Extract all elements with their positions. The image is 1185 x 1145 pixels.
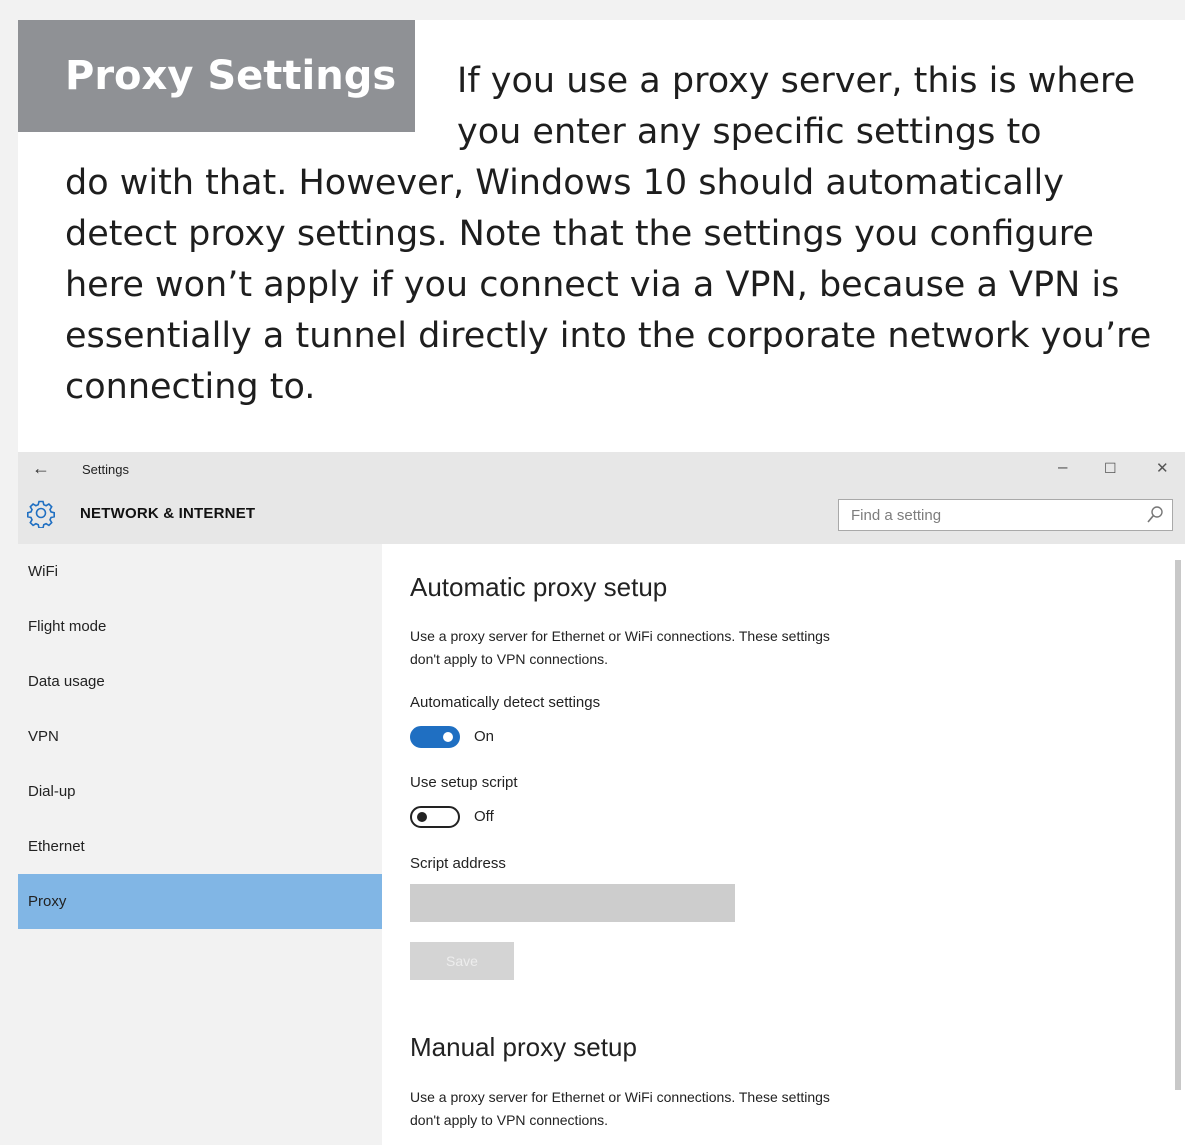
auto-detect-toggle[interactable] [410,726,460,748]
sidebar: WiFi Flight mode Data usage VPN Dial-up … [18,544,382,1145]
setup-script-state: Off [474,808,494,825]
back-arrow-icon[interactable]: ← [32,458,50,479]
sidebar-item-flight-mode[interactable]: Flight mode [18,599,382,654]
scrollbar[interactable] [1175,560,1181,1090]
article-title: Proxy Settings [18,20,415,132]
script-address-label: Script address [410,855,506,872]
article-card: Proxy Settings If you use a proxy server… [18,20,1185,1145]
auto-detect-state: On [474,728,495,745]
intro-text-rest: do with that. However, Windows 10 should… [65,163,1152,407]
script-address-field[interactable] [410,884,735,922]
automatic-proxy-description-line1: Use a proxy server for Ethernet or WiFi … [410,628,830,644]
manual-proxy-heading: Manual proxy setup [410,1032,637,1062]
save-button[interactable]: Save [410,942,514,980]
settings-window: ← Settings – ☐ ✕ NETWORK & INTERNET Find… [18,452,1185,1145]
toggle-knob [417,812,427,822]
proxy-content: Automatic proxy setup Use a proxy server… [382,544,1185,1145]
section-title: NETWORK & INTERNET [80,505,256,522]
search-box[interactable] [838,499,1173,531]
gear-icon [27,500,55,528]
manual-proxy-description-line2: don't apply to VPN connections. [410,1112,609,1128]
app-title: Settings [82,462,129,477]
intro-text-first: If you use a proxy server, this is where… [457,61,1136,152]
manual-proxy-description-line1: Use a proxy server for Ethernet or WiFi … [410,1089,830,1105]
sidebar-item-ethernet[interactable]: Ethernet [18,819,382,874]
title-bar: ← Settings – ☐ ✕ [18,452,1185,488]
setup-script-label: Use setup script [410,774,518,791]
sidebar-item-vpn[interactable]: VPN [18,709,382,764]
sidebar-item-proxy[interactable]: Proxy [18,874,382,929]
sidebar-item-data-usage[interactable]: Data usage [18,654,382,709]
auto-detect-label: Automatically detect settings [410,694,601,711]
settings-header: NETWORK & INTERNET [18,488,1185,544]
automatic-proxy-heading: Automatic proxy setup [410,572,668,602]
minimize-icon[interactable]: – [1058,457,1067,477]
automatic-proxy-description-line2: don't apply to VPN connections. [410,651,609,667]
search-input[interactable] [839,500,1172,530]
close-icon[interactable]: ✕ [1156,459,1169,477]
sidebar-item-wifi[interactable]: WiFi [18,544,382,599]
maximize-icon[interactable]: ☐ [1104,460,1117,477]
toggle-knob [443,732,453,742]
sidebar-item-dial-up[interactable]: Dial-up [18,764,382,819]
setup-script-toggle[interactable] [410,806,460,828]
search-icon[interactable] [1146,505,1164,525]
